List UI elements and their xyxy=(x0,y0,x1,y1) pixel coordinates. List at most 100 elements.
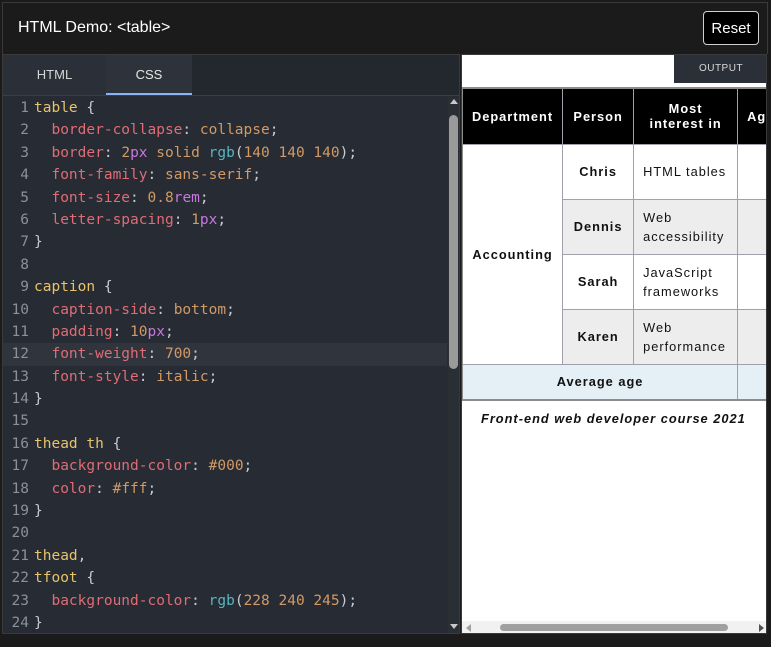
code-text: table { xyxy=(34,100,96,116)
code-line[interactable]: 11 padding: 10px; xyxy=(3,321,447,343)
code-line[interactable]: 17 background-color: #000; xyxy=(3,455,447,477)
code-editor[interactable]: 1 table {2 border-collapse: collapse; 3 bo… xyxy=(3,97,447,633)
code-line[interactable]: 7} xyxy=(3,231,447,253)
age-cell: 36 xyxy=(737,308,766,365)
code-line[interactable]: 12 font-weight: 700; xyxy=(3,343,447,366)
header-interest: Most interest in xyxy=(633,87,739,145)
line-number: 24 xyxy=(11,614,29,631)
tab-output[interactable]: OUTPUT xyxy=(674,55,766,83)
code-text: padding: 10px; xyxy=(51,323,174,340)
line-number: 11 xyxy=(11,323,29,340)
line-number: 1 xyxy=(20,100,29,116)
code-line[interactable]: 4 font-family: sans-serif; xyxy=(3,164,447,186)
tab-html[interactable]: HTML xyxy=(3,55,106,95)
table-caption: Front-end web developer course 2021 xyxy=(481,411,746,426)
scroll-right-arrow-icon[interactable] xyxy=(759,624,764,632)
code-line[interactable]: 14} xyxy=(3,388,447,410)
line-number: 3 xyxy=(20,144,29,161)
code-line[interactable]: 3 border: 2px solid rgb(140 140 140); xyxy=(3,142,447,164)
age-cell: 45 xyxy=(737,198,766,255)
person-cell: Dennis xyxy=(562,198,635,255)
code-line[interactable]: 2 border-collapse: collapse; xyxy=(3,119,447,141)
line-number: 2 xyxy=(20,122,29,139)
code-line[interactable]: 18 color: #fff; xyxy=(3,478,447,500)
table-foot: Average age 33 xyxy=(462,363,766,401)
scrollbar-thumb[interactable] xyxy=(449,115,458,369)
header-person: Person xyxy=(562,87,635,145)
age-cell: 22 xyxy=(737,143,766,200)
line-number: 16 xyxy=(11,435,29,452)
line-number: 14 xyxy=(11,391,29,408)
code-text: } xyxy=(34,234,43,251)
line-number: 8 xyxy=(20,256,29,273)
line-number: 7 xyxy=(20,234,29,251)
scroll-down-arrow-icon[interactable] xyxy=(450,624,458,629)
line-number: 17 xyxy=(11,458,29,475)
code-line[interactable]: 19} xyxy=(3,500,447,522)
line-number: 6 xyxy=(20,211,29,228)
output-bar: OUTPUT xyxy=(462,55,766,84)
line-number: 5 xyxy=(20,189,29,206)
person-cell: Sarah xyxy=(562,253,635,310)
line-number: 20 xyxy=(11,525,29,542)
line-number: 13 xyxy=(11,368,29,385)
code-line[interactable]: 9 caption { xyxy=(3,276,447,298)
code-line[interactable]: 23 background-color: rgb(228 240 245); xyxy=(3,590,447,612)
line-number: 15 xyxy=(11,413,29,430)
line-number: 21 xyxy=(11,547,29,564)
code-line[interactable]: 10 caption-side: bottom; xyxy=(3,299,447,321)
line-number: 4 xyxy=(20,167,29,184)
interest-cell: Web accessibility xyxy=(633,198,739,255)
table-row: Accounting Chris HTML tables 22 xyxy=(462,143,766,365)
output-demo: Front-end web developer course 2021 Depa… xyxy=(462,87,766,436)
app-frame: HTML Demo: <table> Reset HTML CSS 1 table… xyxy=(0,0,771,647)
code-line[interactable]: 13 font-style: italic; xyxy=(3,366,447,388)
footer-row: Average age 33 xyxy=(462,363,766,401)
code-line[interactable]: 24} xyxy=(3,612,447,633)
interest-cell: Web performance xyxy=(633,308,739,365)
reset-button[interactable]: Reset xyxy=(703,11,759,45)
vertical-scrollbar[interactable] xyxy=(448,97,459,633)
scroll-left-arrow-icon[interactable] xyxy=(466,624,471,632)
page-title: HTML Demo: <table> xyxy=(18,19,171,36)
code-text: font-weight: 700; xyxy=(51,346,200,363)
person-cell: Chris xyxy=(562,143,635,200)
footer-label: Average age xyxy=(462,363,739,401)
interest-cell: HTML tables xyxy=(633,143,739,200)
age-cell: 29 xyxy=(737,253,766,310)
code-line[interactable]: 1 table { xyxy=(3,97,447,119)
code-line[interactable]: 5 font-size: 0.8rem; xyxy=(3,187,447,209)
code-text: caption { xyxy=(34,279,113,296)
output-panel: OUTPUT Front-end web developer course 20… xyxy=(461,54,767,634)
interest-cell: JavaScript frameworks xyxy=(633,253,739,310)
code-line[interactable]: 16 thead th { xyxy=(3,433,447,455)
table-head: Department Person Most interest in Age xyxy=(462,87,766,145)
code-text: font-family: sans-serif; xyxy=(51,167,262,184)
horizontal-scrollbar[interactable] xyxy=(462,621,766,633)
code-line[interactable]: 6 letter-spacing: 1px; xyxy=(3,209,447,231)
tab-css[interactable]: CSS xyxy=(106,55,192,95)
header-age: Age xyxy=(737,87,766,145)
horizontal-scrollbar-thumb[interactable] xyxy=(500,624,728,631)
line-number: 23 xyxy=(11,592,29,609)
code-line[interactable]: 20 xyxy=(3,522,447,544)
line-number: 22 xyxy=(11,570,29,587)
scroll-up-arrow-icon[interactable] xyxy=(450,99,458,104)
code-text: background-color: #000; xyxy=(51,458,253,475)
code-text: font-style: italic; xyxy=(51,368,218,385)
code-text: caption-side: bottom; xyxy=(51,301,235,318)
code-line[interactable]: 22 tfoot { xyxy=(3,567,447,589)
demo-header: HTML Demo: <table> Reset xyxy=(2,2,768,54)
line-number: 9 xyxy=(20,279,29,296)
person-cell: Karen xyxy=(562,308,635,365)
code-line[interactable]: 8 xyxy=(3,254,447,276)
code-text: border-collapse: collapse; xyxy=(51,122,279,139)
code-line[interactable]: 21 thead, xyxy=(3,545,447,567)
code-text: font-size: 0.8rem; xyxy=(51,189,209,206)
editor-tabs: HTML CSS xyxy=(3,55,459,96)
code-text: border: 2px solid rgb(140 140 140); xyxy=(51,144,358,161)
code-text: letter-spacing: 1px; xyxy=(51,211,227,228)
code-line[interactable]: 15 xyxy=(3,410,447,432)
department-cell: Accounting xyxy=(462,143,564,365)
footer-value: 33 xyxy=(737,363,766,401)
